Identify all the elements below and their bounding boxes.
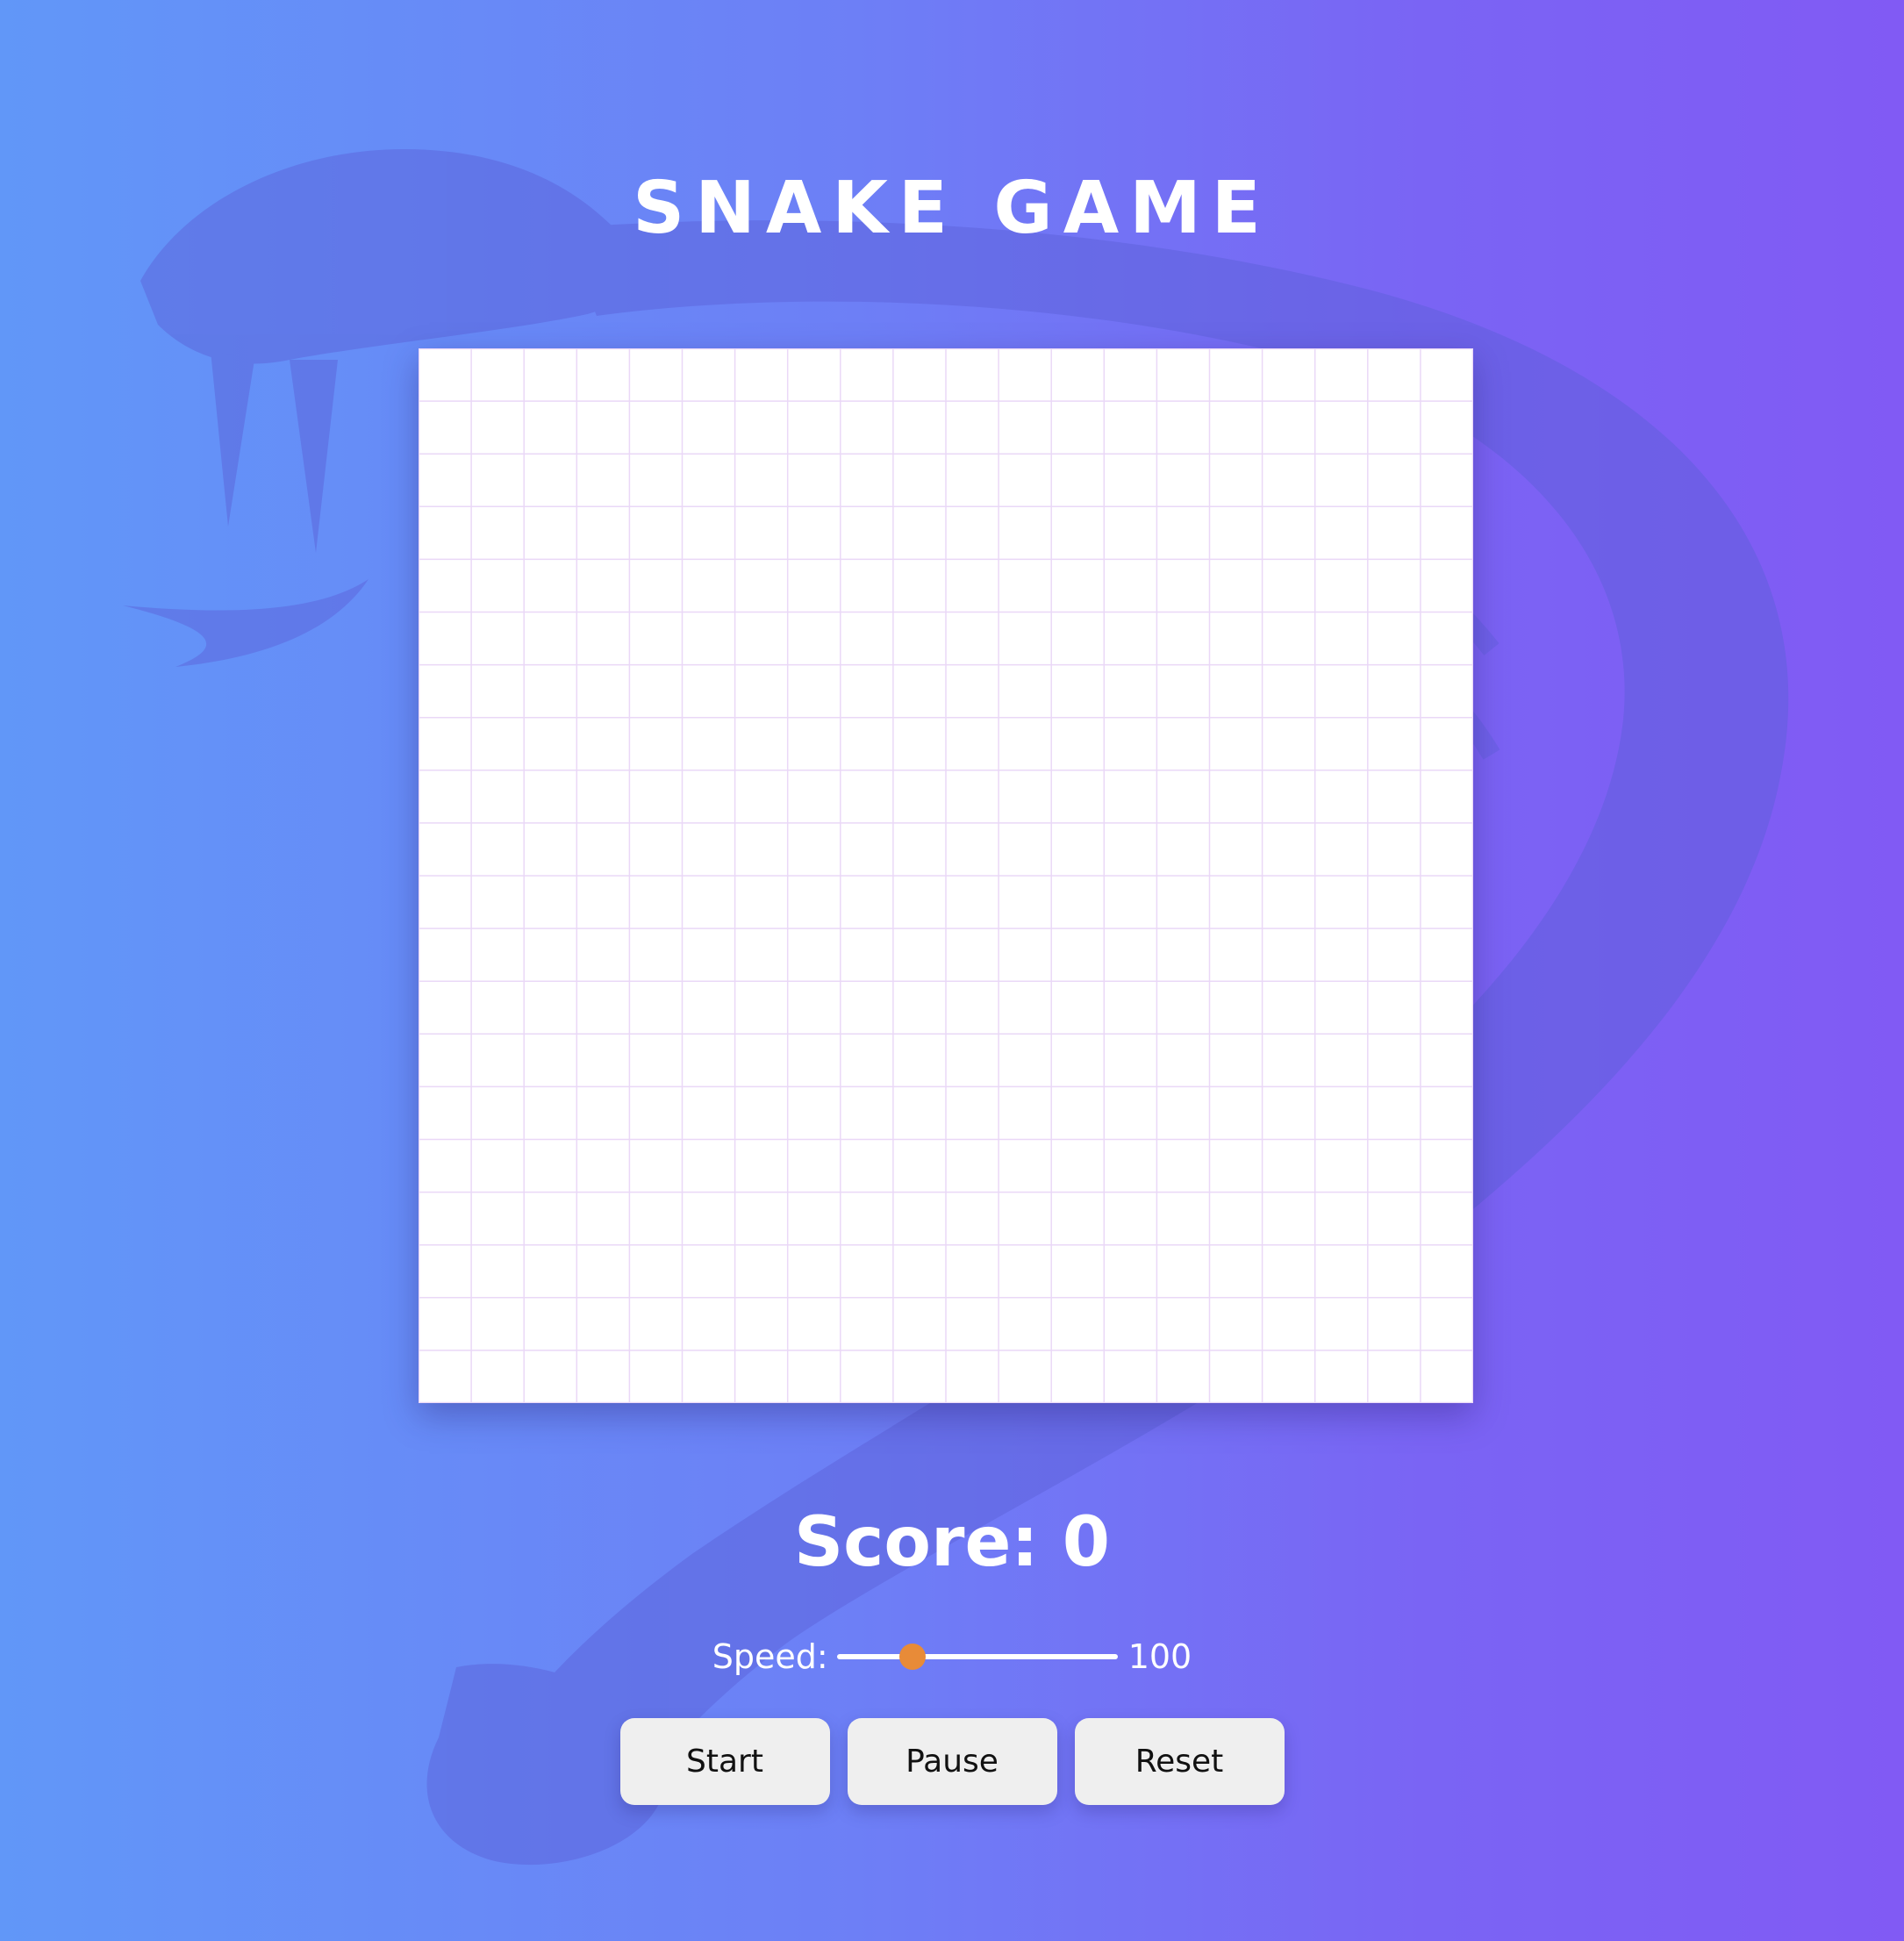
control-buttons: Start Pause Reset — [0, 1718, 1904, 1805]
game-board[interactable] — [419, 348, 1473, 1403]
score-display: Score: 0 — [794, 1503, 1110, 1582]
reset-button[interactable]: Reset — [1074, 1718, 1285, 1805]
speed-slider[interactable] — [836, 1639, 1118, 1674]
start-button[interactable]: Start — [619, 1718, 830, 1805]
game-title: SNAKE GAME — [633, 167, 1271, 250]
pause-button[interactable]: Pause — [847, 1718, 1057, 1805]
speed-value: 100 — [1127, 1637, 1192, 1676]
speed-slider-thumb[interactable] — [899, 1644, 927, 1670]
speed-slider-track[interactable] — [836, 1654, 1118, 1659]
speed-label: Speed: — [712, 1637, 828, 1676]
board-grid — [419, 348, 1473, 1403]
speed-control: Speed: 100 — [0, 1630, 1904, 1683]
